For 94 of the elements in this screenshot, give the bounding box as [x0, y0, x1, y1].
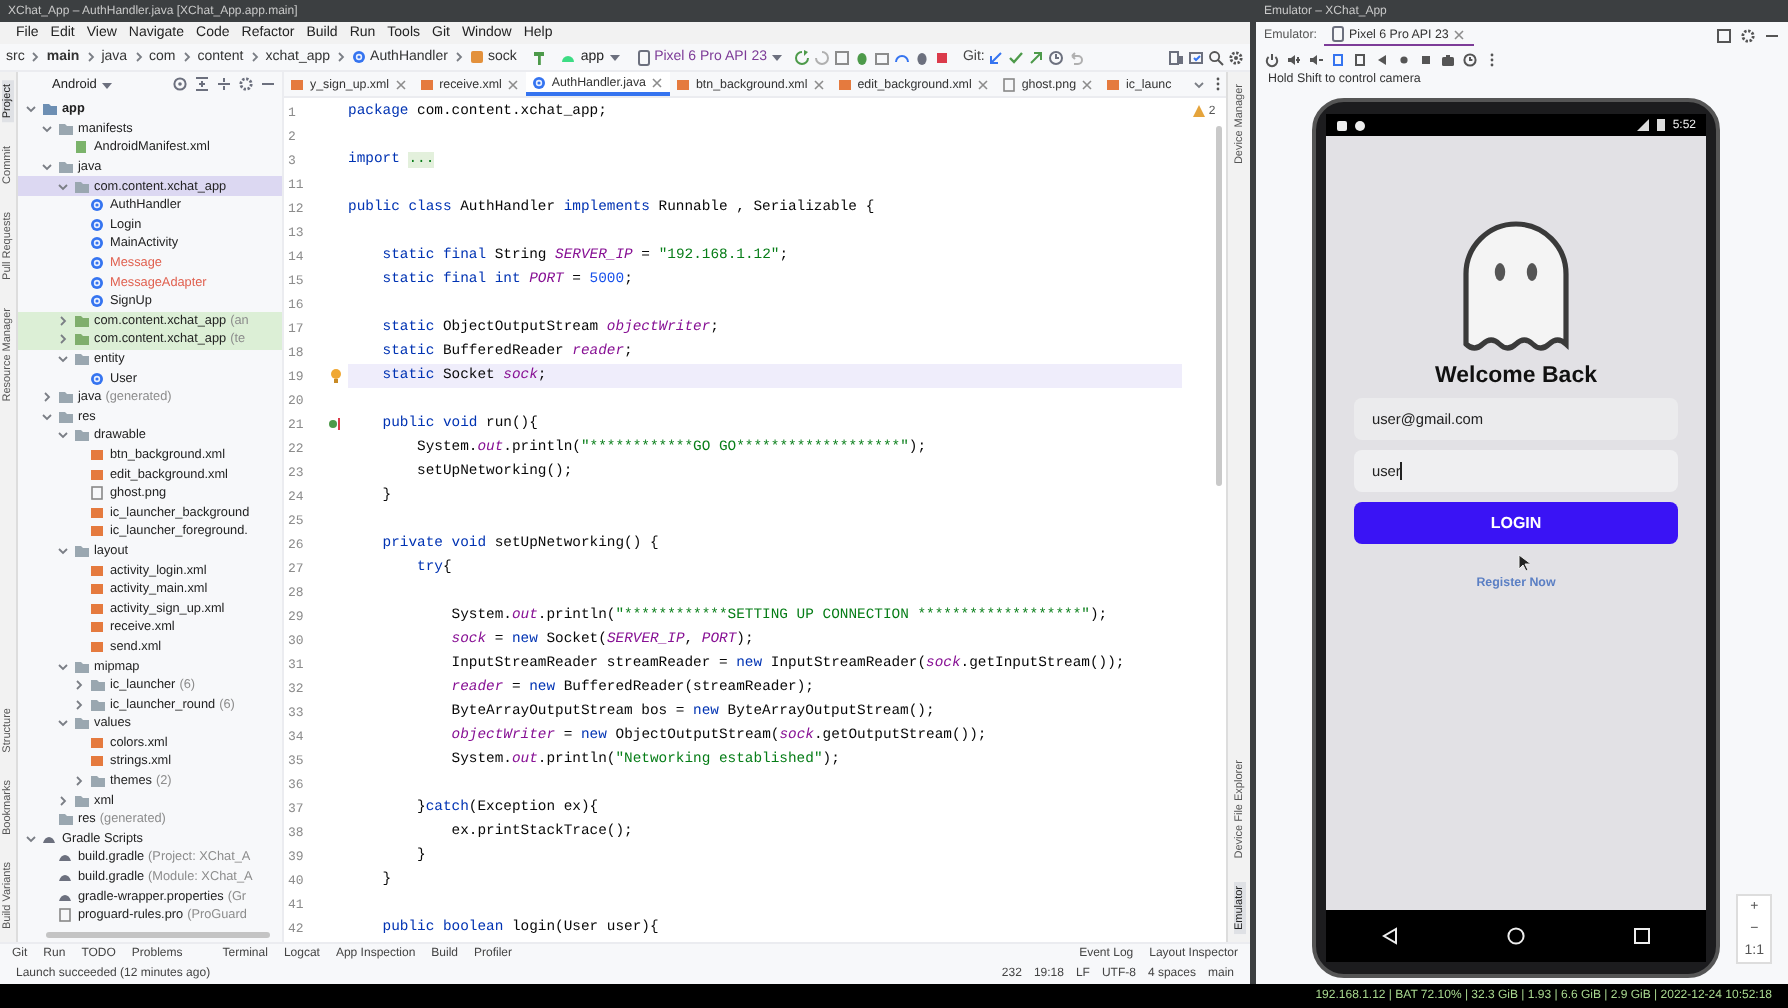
chevron-icon [247, 50, 262, 64]
close-icon[interactable] [649, 75, 664, 89]
overview-icon[interactable] [1418, 51, 1434, 67]
sdk-manager-icon[interactable] [1188, 49, 1204, 65]
login-button[interactable]: LOGIN [1354, 502, 1678, 544]
chevron-icon[interactable] [40, 121, 54, 136]
chevron-icon[interactable] [72, 678, 86, 693]
volume-down-icon[interactable] [1308, 51, 1324, 67]
image-file-icon [90, 486, 106, 501]
xml-file-icon [675, 77, 692, 91]
back-icon[interactable] [1379, 926, 1400, 946]
rerun-icon[interactable] [794, 49, 811, 65]
more-icon[interactable] [1214, 76, 1222, 92]
chevron-icon [28, 50, 43, 64]
overview-icon[interactable] [1632, 926, 1653, 946]
caret-icon [770, 50, 785, 64]
history-icon[interactable] [1048, 49, 1065, 65]
vertical-scrollbar[interactable] [1215, 126, 1221, 486]
chevron-icon [131, 50, 146, 64]
warning-icon [1192, 104, 1207, 118]
collapse-all-icon[interactable] [194, 76, 210, 92]
close-icon[interactable] [393, 77, 408, 91]
folder-icon [74, 543, 90, 558]
chevron-icon[interactable] [56, 716, 70, 731]
search-icon[interactable] [1208, 49, 1224, 65]
battery-icon [1656, 118, 1667, 132]
chevron-icon[interactable] [40, 160, 54, 175]
target-icon[interactable] [172, 76, 188, 92]
class-icon [352, 50, 367, 64]
update-arrow-icon[interactable] [988, 49, 1005, 65]
mouse-pointer-icon [1518, 554, 1530, 572]
chevron-icon[interactable] [56, 428, 70, 443]
xml-file-icon [290, 77, 306, 91]
expand-all-icon[interactable] [216, 76, 232, 92]
push-arrow-icon[interactable] [1028, 49, 1045, 65]
xml-file-icon [419, 77, 436, 91]
chevron-icon[interactable] [56, 659, 70, 674]
lightbulb-icon[interactable] [329, 368, 341, 384]
android-icon [560, 50, 577, 64]
chevron-icon[interactable] [24, 831, 38, 846]
module-folder-icon [42, 102, 58, 117]
chevron-icon[interactable] [1192, 77, 1206, 91]
class-icon [90, 371, 106, 386]
phone-icon [1332, 26, 1345, 42]
chevron-icon[interactable] [72, 774, 86, 789]
chevron-icon[interactable] [40, 409, 54, 424]
power-icon[interactable] [1264, 51, 1280, 67]
xml-file-icon [1106, 77, 1123, 91]
chevron-icon[interactable] [56, 543, 70, 558]
close-icon[interactable] [1452, 27, 1467, 41]
stop-icon[interactable] [934, 49, 951, 65]
back-icon[interactable] [1374, 51, 1390, 67]
folder-icon [58, 121, 74, 136]
chevron-icon [451, 50, 466, 64]
chevron-icon[interactable] [56, 793, 70, 808]
xml-file-icon [837, 77, 854, 91]
undo-icon[interactable] [1068, 49, 1085, 65]
implements-marker-icon[interactable] [328, 416, 342, 432]
file-icon [58, 908, 74, 923]
home-icon[interactable] [1396, 51, 1412, 67]
chevron-icon[interactable] [56, 313, 70, 328]
close-icon[interactable] [505, 77, 520, 91]
chevron-icon[interactable] [56, 179, 70, 194]
caret-icon [100, 77, 115, 91]
chevron-icon[interactable] [24, 102, 38, 117]
settings-icon[interactable] [1740, 27, 1756, 43]
chevron-icon [83, 50, 98, 64]
chevron-icon[interactable] [72, 697, 86, 712]
home-icon[interactable] [1505, 926, 1526, 946]
chevron-icon[interactable] [40, 390, 54, 405]
chevron-icon[interactable] [56, 332, 70, 347]
settings-icon[interactable] [238, 76, 254, 92]
phone-icon [638, 49, 651, 65]
chevron-icon [179, 50, 194, 64]
window-icon[interactable] [1716, 27, 1732, 43]
close-icon[interactable] [811, 77, 826, 91]
close-icon[interactable] [1080, 77, 1095, 91]
snapshot-icon[interactable] [1462, 51, 1478, 67]
camera-icon[interactable] [1440, 51, 1456, 67]
class-icon [531, 75, 548, 89]
chevron-icon[interactable] [56, 352, 70, 367]
welcome-heading: Welcome Back [1435, 364, 1597, 388]
image-file-icon [1001, 77, 1018, 91]
volume-up-icon[interactable] [1286, 51, 1302, 67]
settings-icon[interactable] [1228, 49, 1244, 65]
caret-icon [608, 50, 623, 64]
package-folder-icon [74, 179, 90, 194]
device-manager-icon[interactable] [1168, 49, 1184, 65]
horizontal-scrollbar[interactable] [46, 932, 270, 938]
close-icon[interactable] [975, 77, 990, 91]
manifest-file-icon [74, 140, 90, 155]
signal-icon [1636, 118, 1651, 132]
check-icon[interactable] [1008, 49, 1025, 65]
chevron-icon [334, 50, 349, 64]
